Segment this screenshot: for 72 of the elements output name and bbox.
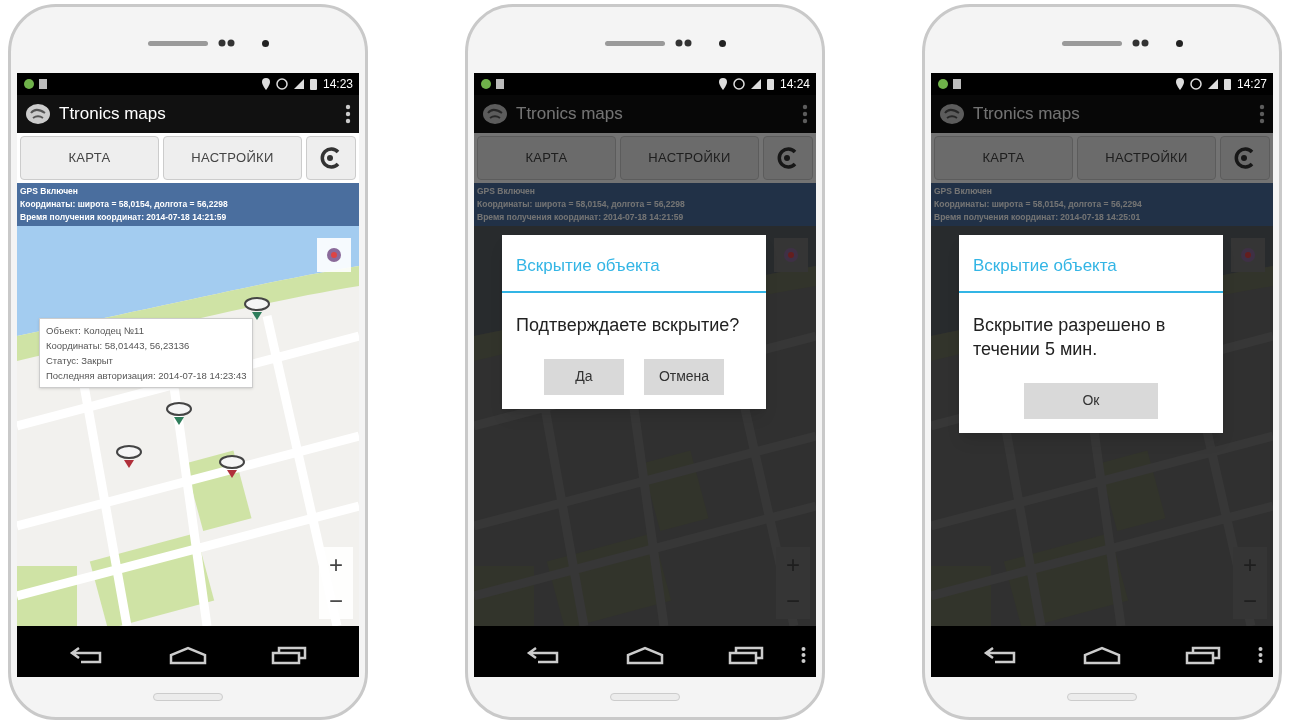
gps-info-text: Координаты: широта = 58,0154, долгота = 56,2298	[477, 198, 686, 211]
home-icon[interactable]	[168, 645, 208, 665]
tab-button[interactable]: НАСТРОЙКИ	[620, 136, 759, 180]
my-location-button[interactable]	[317, 238, 351, 272]
dialog-button[interactable]: Отмена	[644, 358, 724, 395]
tab-button[interactable]: КАРТА	[477, 136, 616, 180]
status-time: 14:27	[1236, 76, 1267, 93]
location-pin-icon	[1175, 78, 1184, 90]
alarm-icon	[275, 78, 288, 90]
popup-text: Последняя авторизация: 2014-07-18 14:23:43	[46, 369, 247, 383]
location-pin-icon	[718, 78, 727, 90]
battery-icon	[309, 78, 317, 90]
speaker-grille	[147, 40, 208, 46]
popup-text: Объект: Колодец №11	[46, 324, 145, 338]
gps-info-text: Время получения координат: 2014-07-18 14:21:59	[20, 211, 228, 224]
speaker-grille	[604, 40, 665, 46]
gps-info-text: Координаты: широта = 58,0154, долгота = 56,2294	[934, 198, 1143, 211]
location-icon	[326, 247, 342, 263]
notification-icon	[937, 78, 963, 90]
camera-icon	[718, 39, 726, 47]
dialog-button[interactable]: Ок	[1024, 382, 1158, 419]
location-icon	[783, 247, 799, 263]
dialog-message: Подтверждаете вскрытие?	[515, 313, 741, 337]
gps-info-text: GPS Включен	[934, 185, 993, 198]
alarm-icon	[732, 78, 745, 90]
recent-apps-icon[interactable]	[271, 645, 308, 665]
popup-text: Статус: Закрыт	[46, 354, 114, 368]
location-icon	[1240, 247, 1256, 263]
dialog-title: Вскрытие объекта	[502, 235, 766, 293]
popup-text: Координаты: 58,01443, 56,23136	[46, 339, 191, 353]
app-logo-icon	[482, 103, 508, 125]
home-icon[interactable]	[625, 645, 665, 665]
app-title: Ttronics maps	[973, 103, 1081, 126]
zoom-out-button[interactable]: −	[319, 583, 353, 619]
battery-icon	[1223, 78, 1231, 90]
status-time: 14:23	[322, 76, 353, 93]
overflow-menu-icon[interactable]	[345, 104, 351, 124]
signal-icon	[1207, 79, 1218, 89]
camera-icon	[261, 39, 269, 47]
refresh-button[interactable]	[306, 136, 356, 180]
dialog-button[interactable]: Да	[544, 358, 624, 395]
menu-icon[interactable]	[1258, 646, 1263, 664]
speaker-grille	[1061, 40, 1122, 46]
dialog-title: Вскрытие объекта	[959, 235, 1223, 293]
tab-button[interactable]: КАРТА	[20, 136, 159, 180]
gps-info-text: Время получения координат: 2014-07-18 14:25:01	[934, 211, 1142, 224]
tab-button[interactable]: НАСТРОЙКИ	[163, 136, 302, 180]
gps-info-text: GPS Включен	[477, 185, 536, 198]
app-title: Ttronics maps	[59, 103, 167, 126]
signal-icon	[750, 79, 761, 89]
camera-icon	[1175, 39, 1183, 47]
tab-button[interactable]: НАСТРОЙКИ	[1077, 136, 1216, 180]
signal-icon	[293, 79, 304, 89]
gps-info-text: GPS Включен	[20, 185, 79, 198]
app-logo-icon	[25, 103, 51, 125]
tab-button[interactable]: КАРТА	[934, 136, 1073, 180]
battery-icon	[766, 78, 774, 90]
notification-icon	[480, 78, 506, 90]
menu-icon[interactable]	[801, 646, 806, 664]
home-icon[interactable]	[1082, 645, 1122, 665]
zoom-in-button[interactable]: +	[319, 547, 353, 583]
notification-icon	[23, 78, 49, 90]
location-pin-icon	[261, 78, 270, 90]
status-time: 14:24	[779, 76, 810, 93]
app-logo-icon	[939, 103, 965, 125]
dialog-message: Вскрытие разрешено в течении 5 мин.	[972, 313, 1167, 361]
recent-apps-icon[interactable]	[1185, 645, 1222, 665]
alarm-icon	[1189, 78, 1202, 90]
gps-info-text: Координаты: широта = 58,0154, долгота = 56,2298	[20, 198, 229, 211]
app-title: Ttronics maps	[516, 103, 624, 126]
recent-apps-icon[interactable]	[728, 645, 765, 665]
gps-info-text: Время получения координат: 2014-07-18 14:21:59	[477, 211, 685, 224]
